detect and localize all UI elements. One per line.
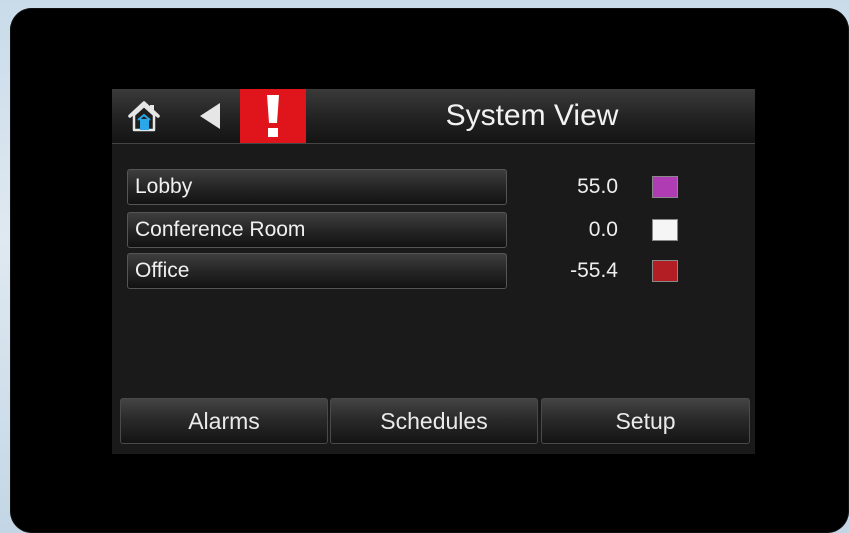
zone-value-office: -55.4 bbox=[570, 259, 618, 282]
alert-button[interactable] bbox=[240, 89, 306, 143]
zone-button-lobby[interactable]: Lobby bbox=[127, 169, 507, 205]
home-icon bbox=[128, 101, 160, 132]
schedules-button[interactable]: Schedules bbox=[330, 398, 538, 444]
zone-color-swatch-lobby bbox=[652, 176, 678, 198]
zone-color-swatch-conference-room bbox=[652, 219, 678, 241]
title-bar: System View bbox=[112, 89, 755, 144]
setup-button[interactable]: Setup bbox=[541, 398, 750, 444]
page-title: System View bbox=[445, 99, 619, 132]
zone-color-swatch-office bbox=[652, 260, 678, 282]
touchscreen: System View Lobby 55.0 Conference Room 0… bbox=[112, 89, 755, 454]
exclamation-alert-icon bbox=[267, 95, 279, 137]
zone-button-conference-room[interactable]: Conference Room bbox=[127, 212, 507, 248]
zone-row-lobby: Lobby 55.0 bbox=[112, 169, 755, 207]
back-button[interactable] bbox=[196, 101, 224, 131]
zone-value-conference-room: 0.0 bbox=[588, 218, 618, 241]
zone-button-office[interactable]: Office bbox=[127, 253, 507, 289]
zone-row-office: Office -55.4 bbox=[112, 253, 755, 291]
home-button[interactable] bbox=[126, 99, 162, 133]
alarms-button[interactable]: Alarms bbox=[120, 398, 328, 444]
zone-row-conference-room: Conference Room 0.0 bbox=[112, 212, 755, 250]
back-arrow-icon bbox=[200, 103, 220, 129]
bottom-nav: Alarms Schedules Setup bbox=[120, 398, 750, 444]
zone-value-lobby: 55.0 bbox=[577, 175, 618, 198]
